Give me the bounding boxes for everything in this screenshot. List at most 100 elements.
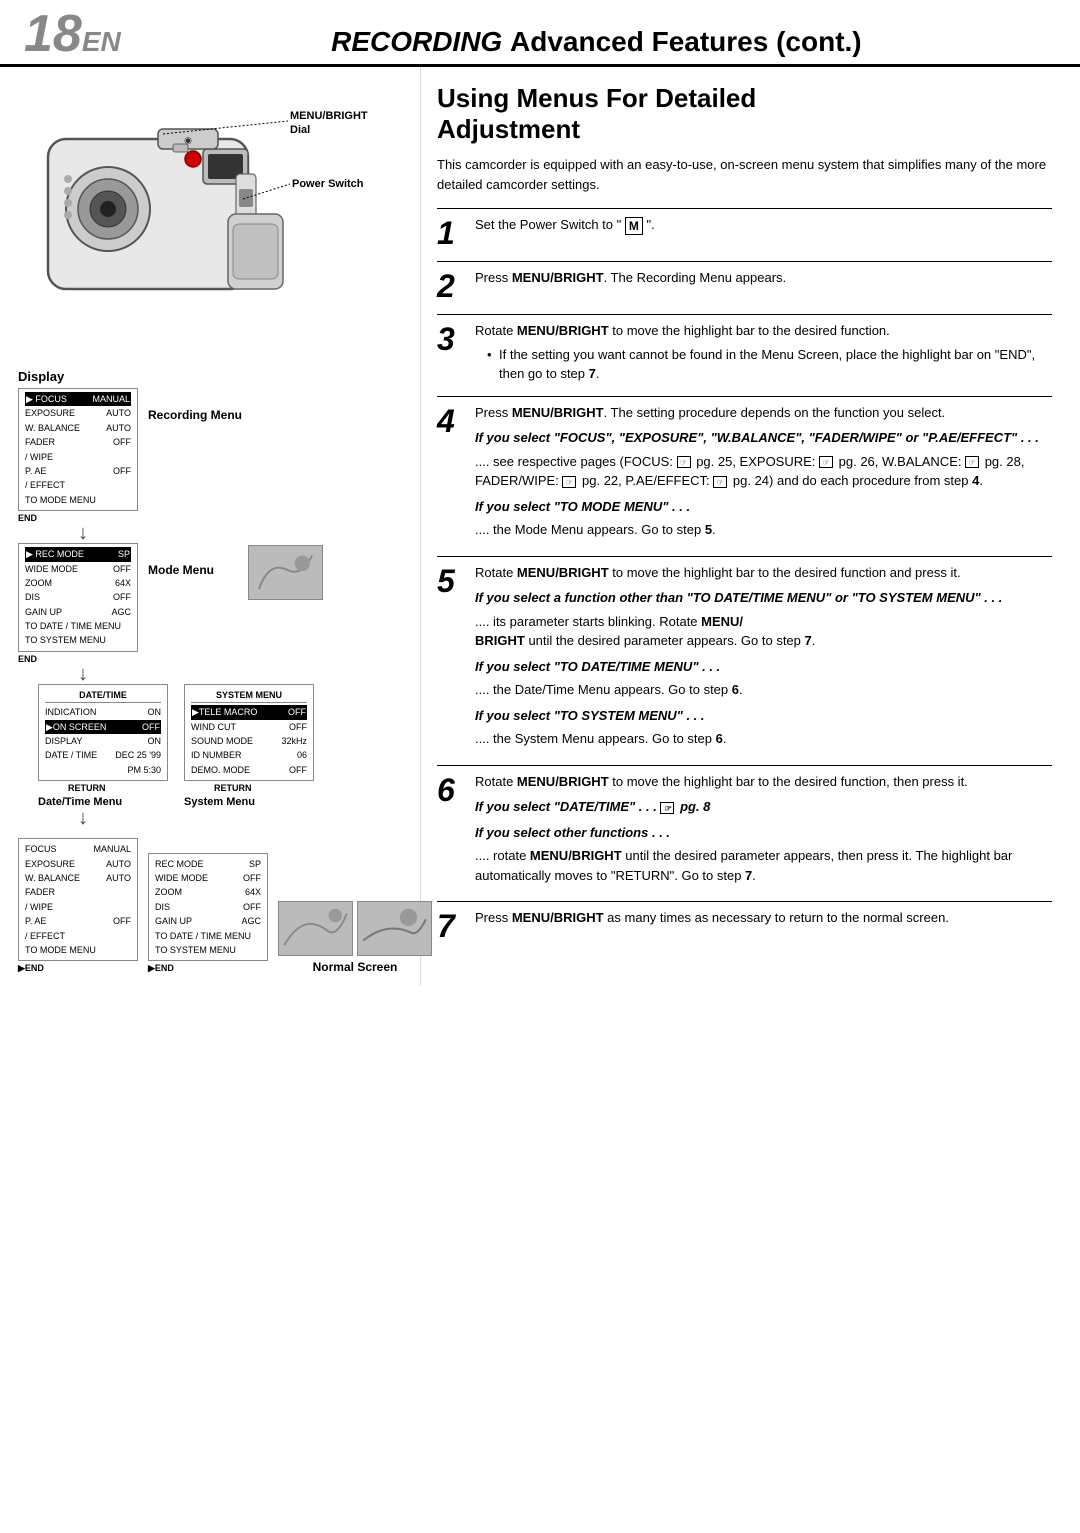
datetime-menu-col: DATE/TIME INDICATIONON ▶ON SCREENOFF DIS… [38,684,168,808]
b-rec-fader: FADER [25,885,131,899]
recording-menu-label: Recording Menu [148,388,242,422]
bottom-boxes: FOCUSMANUAL EXPOSUREAUTO W. BALANCEAUTO … [18,838,432,974]
mode-menu-row: ▶ REC MODESP WIDE MODEOFF ZOOM64X DISOFF… [18,543,323,664]
arrow-1: ↓ [78,523,88,543]
mode-row-recmode: ▶ REC MODESP [25,547,131,561]
step-6-subheading-1: If you select "DATE/TIME" . . . ☞ pg. 8 [475,797,1052,817]
step-6-content: Rotate MENU/BRIGHT to move the highlight… [475,772,1052,890]
thumbnails-row [278,899,432,956]
step-5-subtext-1: .... its parameter starts blinking. Rota… [475,612,1052,651]
step-1: 1 Set the Power Switch to " M ". [437,215,1052,249]
step-3-text: Rotate MENU/BRIGHT to move the highlight… [475,321,1052,341]
ref-icon-3: ☞ [965,456,979,468]
m-icon-step1: M [625,217,643,236]
step-6-subtext-2: .... rotate MENU/BRIGHT until the desire… [475,846,1052,885]
b-mode-widemode: WIDE MODEOFF [155,871,261,885]
step-4-content: Press MENU/BRIGHT. The setting procedure… [475,403,1052,544]
section-title-line2: Adjustment [437,114,580,144]
step-6: 6 Rotate MENU/BRIGHT to move the highlig… [437,772,1052,890]
step-5-subheading-1: If you select a function other than "TO … [475,588,1052,608]
system-menu-label: System Menu [184,796,255,808]
step-5: 5 Rotate MENU/BRIGHT to move the highlig… [437,563,1052,753]
step-2-text: Press MENU/BRIGHT. The Recording Menu ap… [475,268,1052,288]
bottom-mode-menu-wrap: REC MODESP WIDE MODEOFF ZOOM64X DISOFF G… [148,853,268,975]
step-7-text: Press MENU/BRIGHT as many times as neces… [475,908,1052,928]
page-header: 18EN RECORDING Advanced Features (cont.) [0,0,1080,67]
b-mode-zoom: ZOOM64X [155,885,261,899]
system-menu-box: SYSTEM MENU ▶TELE MACROOFF WIND CUTOFF S… [184,684,314,781]
system-row-demomode: DEMO. MODEOFF [191,763,307,777]
header-title-italic: RECORDING [331,26,502,57]
step-4-subheading-1: If you select "FOCUS", "EXPOSURE", "W.BA… [475,428,1052,448]
system-menu-return: RETURN [214,783,252,793]
datetime-row-display: DISPLAYON [45,734,161,748]
divider-6 [437,901,1052,902]
normal-screen-wrap: Normal Screen [278,899,432,974]
step-5-subheading-3: If you select "TO SYSTEM MENU" . . . [475,706,1052,726]
step-1-number: 1 [437,215,465,249]
recording-menu-row: ▶ FOCUSMANUAL EXPOSUREAUTO W. BALANCEAUT… [18,388,242,523]
step-5-text: Rotate MENU/BRIGHT to move the highlight… [475,563,1052,583]
datetime-menu-title: DATE/TIME [45,688,161,703]
svg-text:MENU/BRIGHT: MENU/BRIGHT [290,110,368,122]
page-number-digits: 18 [24,5,82,63]
system-menu-title: SYSTEM MENU [191,688,307,703]
step-3-sub-1: If the setting you want cannot be found … [487,345,1052,384]
b-rec-end: ▶END [18,963,44,974]
mode-menu-photo [248,545,323,600]
header-title: RECORDING Advanced Features (cont.) [137,26,1056,58]
ref-icon-6: ☞ [660,802,674,814]
b-mode-tosystem: TO SYSTEM MENU [155,943,261,957]
step-1-content: Set the Power Switch to " M ". [475,215,1052,239]
recording-menu-box: ▶ FOCUSMANUAL EXPOSUREAUTO W. BALANCEAUT… [18,388,138,511]
system-row-soundmode: SOUND MODE32kHz [191,734,307,748]
step-5-subtext-3: .... the System Menu appears. Go to step… [475,729,1052,749]
step-6-subheading-2: If you select other functions . . . [475,823,1052,843]
system-row-idnumber: ID NUMBER06 [191,748,307,762]
b-rec-wbalance: W. BALANCEAUTO [25,871,131,885]
step-4-subtext-2: .... the Mode Menu appears. Go to step 5… [475,520,1052,540]
thumbnail-2 [357,901,432,956]
bottom-recording-menu-box: FOCUSMANUAL EXPOSUREAUTO W. BALANCEAUTO … [18,838,138,961]
mode-menu-box: ▶ REC MODESP WIDE MODEOFF ZOOM64X DISOFF… [18,543,138,652]
menu-row-fader: FADEROFF [25,435,131,449]
step-3: 3 Rotate MENU/BRIGHT to move the highlig… [437,321,1052,384]
step-2-number: 2 [437,268,465,302]
section-title: Using Menus For Detailed Adjustment [437,83,1052,145]
arrow-2: ↓ [78,664,88,684]
normal-screen-label: Normal Screen [313,960,398,974]
system-row-telemacro: ▶TELE MACROOFF [191,705,307,719]
step-4-subheading-2: If you select "TO MODE MENU" . . . [475,497,1052,517]
b-mode-gainup: GAIN UPAGC [155,914,261,928]
step-6-number: 6 [437,772,465,806]
datetime-row-time: PM 5:30 [45,763,161,777]
menu-row-wbalance: W. BALANCEAUTO [25,421,131,435]
thumbnail-1 [278,901,353,956]
step-6-text: Rotate MENU/BRIGHT to move the highlight… [475,772,1052,792]
divider-4 [437,556,1052,557]
bottom-mode-menu-box: REC MODESP WIDE MODEOFF ZOOM64X DISOFF G… [148,853,268,962]
step-4: 4 Press MENU/BRIGHT. The setting procedu… [437,403,1052,544]
step-5-subtext-2: .... the Date/Time Menu appears. Go to s… [475,680,1052,700]
page-number: 18EN [24,8,121,60]
section-title-line1: Using Menus For Detailed [437,83,756,113]
step-5-content: Rotate MENU/BRIGHT to move the highlight… [475,563,1052,753]
header-title-normal: Advanced Features (cont.) [510,26,862,57]
menu-row-wipe: / WIPE [25,450,131,464]
step-1-text: Set the Power Switch to " M ". [475,215,1052,235]
menu-row-pae: P. AEOFF [25,464,131,478]
ref-icon-1: ☞ [677,456,691,468]
b-rec-effect: / EFFECT [25,929,131,943]
menu-row-mode-menu: TO MODE MENU [25,493,131,507]
b-mode-recmode: REC MODESP [155,857,261,871]
ref-icon-5: ☞ [713,476,727,488]
step-2-content: Press MENU/BRIGHT. The Recording Menu ap… [475,268,1052,292]
menu-row-focus: ▶ FOCUSMANUAL [25,392,131,406]
ref-icon-4: ☞ [562,476,576,488]
left-panel: ◉ MENU/BRIGHT Dial [0,67,420,986]
menu-row-exposure: EXPOSUREAUTO [25,406,131,420]
divider-3 [437,396,1052,397]
datetime-row-date: DATE / TIMEDEC 25 '99 [45,748,161,762]
step-2: 2 Press MENU/BRIGHT. The Recording Menu … [437,268,1052,302]
mode-row-system-menu: TO SYSTEM MENU [25,633,131,647]
